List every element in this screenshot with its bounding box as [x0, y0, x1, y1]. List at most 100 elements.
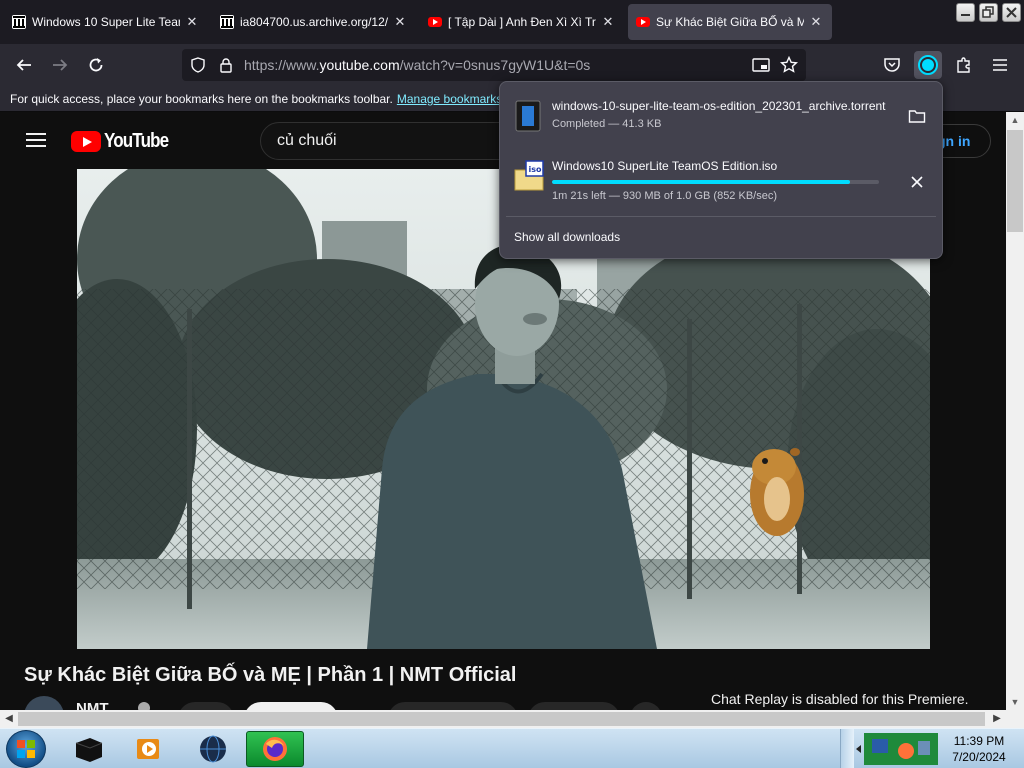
taskbar-globe[interactable]	[184, 731, 242, 767]
vertical-scrollbar[interactable]: ▲ ▼	[1006, 112, 1024, 710]
close-tab-icon[interactable]: ✕	[808, 14, 824, 30]
minimize-button[interactable]	[956, 3, 975, 22]
terminal-icon	[75, 738, 103, 762]
download-status: Completed — 41.3 KB	[552, 118, 662, 130]
vertical-scroll-thumb[interactable]	[1007, 130, 1023, 232]
youtube-icon	[428, 17, 442, 27]
manage-bookmarks-link[interactable]: Manage bookmarks...	[397, 92, 512, 106]
download-progress-icon	[918, 55, 938, 75]
forward-button[interactable]	[46, 51, 74, 79]
verified-badge-icon	[138, 702, 150, 710]
reload-icon	[89, 58, 103, 72]
download-item-iso[interactable]: iso Windows10 SuperLite TeamOS Edition.i…	[510, 154, 934, 204]
hamburger-menu-icon	[993, 59, 1007, 71]
url-prefix: https://www.	[244, 57, 320, 73]
url-host: youtube.com	[319, 57, 400, 73]
windows-taskbar: 11:39 PM 7/20/2024	[0, 728, 1024, 768]
like-dislike-button[interactable]	[388, 702, 518, 710]
join-button[interactable]	[178, 702, 234, 710]
folder-icon	[908, 110, 926, 123]
scroll-down-arrow-icon[interactable]: ▼	[1006, 694, 1024, 710]
lock-icon[interactable]	[216, 55, 236, 75]
download-item-torrent[interactable]: windows-10-super-lite-team-os-edition_20…	[510, 94, 934, 144]
taskbar-clock[interactable]: 11:39 PM 7/20/2024	[944, 733, 1014, 765]
svg-text:iso: iso	[529, 165, 543, 174]
subscribe-button[interactable]	[244, 702, 338, 710]
channel-name[interactable]: NMT	[76, 700, 109, 710]
downloads-button[interactable]	[914, 51, 942, 79]
tab-strip: Windows 10 Super Lite TeamOS ✕ ia804700.…	[0, 0, 1024, 44]
chat-replay-notice: Chat Replay is disabled for this Premier…	[711, 691, 969, 707]
tray-network-icon	[872, 739, 888, 753]
download-progress-fill	[552, 180, 850, 184]
show-desktop-button[interactable]	[840, 729, 854, 768]
back-button[interactable]	[10, 51, 38, 79]
channel-avatar[interactable]	[24, 696, 64, 710]
torrent-file-icon	[514, 100, 542, 132]
extensions-button[interactable]	[950, 51, 978, 79]
navigation-toolbar: https://www.youtube.com/watch?v=0snus7gy…	[0, 44, 1024, 86]
tray-volume-icon	[918, 741, 930, 755]
pocket-button[interactable]	[878, 51, 906, 79]
bookmarks-message: For quick access, place your bookmarks h…	[10, 92, 393, 106]
start-button[interactable]	[6, 730, 46, 768]
cancel-download-button[interactable]	[904, 169, 930, 195]
cancel-icon	[911, 176, 923, 188]
scroll-left-arrow-icon[interactable]: ◀	[0, 710, 18, 728]
tab-title: Sự Khác Biệt Giữa BỐ và MẸ	[656, 15, 804, 29]
tab-youtube-1[interactable]: [ Tập Dài ] Anh Đen Xì Xì Trong ✕	[420, 4, 624, 40]
globe-icon	[200, 735, 226, 763]
close-tab-icon[interactable]: ✕	[392, 14, 408, 30]
iso-file-icon: iso	[514, 160, 544, 192]
restore-button[interactable]	[979, 3, 998, 22]
youtube-logo[interactable]: YouTube	[71, 130, 180, 153]
media-player-icon	[137, 739, 159, 759]
close-window-button[interactable]	[1002, 3, 1021, 22]
address-bar[interactable]: https://www.youtube.com/watch?v=0snus7gy…	[182, 49, 806, 81]
forward-arrow-icon	[53, 59, 68, 71]
tab-archive-1[interactable]: Windows 10 Super Lite TeamOS ✕	[4, 4, 208, 40]
firefox-icon	[263, 737, 287, 761]
download-filename: Windows10 SuperLite TeamOS Edition.iso	[552, 159, 778, 173]
scrollbar-corner	[1006, 710, 1024, 728]
back-arrow-icon	[16, 59, 31, 71]
horizontal-scrollbar[interactable]: ◀ ▶	[0, 710, 1006, 728]
share-button[interactable]	[528, 702, 620, 710]
scroll-right-arrow-icon[interactable]: ▶	[988, 710, 1006, 728]
archive-icon	[12, 15, 26, 29]
tab-archive-2[interactable]: ia804700.us.archive.org/12/items ✕	[212, 4, 416, 40]
tracking-shield-icon[interactable]	[188, 55, 208, 75]
close-tab-icon[interactable]: ✕	[184, 14, 200, 30]
taskbar-firefox[interactable]	[246, 731, 304, 767]
tray-firefox-icon	[898, 743, 914, 759]
show-all-downloads-button[interactable]: Show all downloads	[514, 230, 620, 244]
youtube-wordmark: YouTube	[104, 130, 169, 152]
taskbar-terminal[interactable]	[60, 731, 118, 767]
search-input[interactable]	[277, 132, 537, 150]
reload-button[interactable]	[82, 51, 110, 79]
screen: Windows 10 Super Lite TeamOS ✕ ia804700.…	[0, 0, 1024, 768]
scroll-up-arrow-icon[interactable]: ▲	[1006, 112, 1024, 128]
taskbar-media-player[interactable]	[120, 731, 178, 767]
download-progress-bar	[552, 180, 879, 184]
video-title: Sự Khác Biệt Giữa BỐ và MẸ | Phần 1 | NM…	[24, 664, 517, 686]
show-in-folder-button[interactable]	[904, 103, 930, 129]
picture-in-picture-icon[interactable]	[751, 55, 771, 75]
guide-menu-icon[interactable]	[26, 133, 46, 147]
windows-logo-icon	[17, 740, 35, 758]
close-tab-icon[interactable]: ✕	[600, 14, 616, 30]
tab-youtube-active[interactable]: Sự Khác Biệt Giữa BỐ và MẸ ✕	[628, 4, 832, 40]
horizontal-scroll-thumb[interactable]	[18, 712, 985, 726]
puzzle-icon	[957, 57, 970, 73]
tray-icons	[856, 733, 938, 765]
menu-button[interactable]	[986, 51, 1014, 79]
channel-row: NMT	[24, 696, 724, 710]
tab-title: ia804700.us.archive.org/12/items	[240, 15, 388, 29]
tab-title: [ Tập Dài ] Anh Đen Xì Xì Trong	[448, 15, 596, 29]
archive-icon	[220, 15, 234, 29]
youtube-play-icon	[71, 131, 101, 152]
bookmark-star-icon[interactable]	[779, 55, 799, 75]
more-actions-button[interactable]	[630, 702, 662, 710]
pocket-icon	[884, 58, 900, 72]
url-text[interactable]: https://www.youtube.com/watch?v=0snus7gy…	[244, 57, 590, 73]
